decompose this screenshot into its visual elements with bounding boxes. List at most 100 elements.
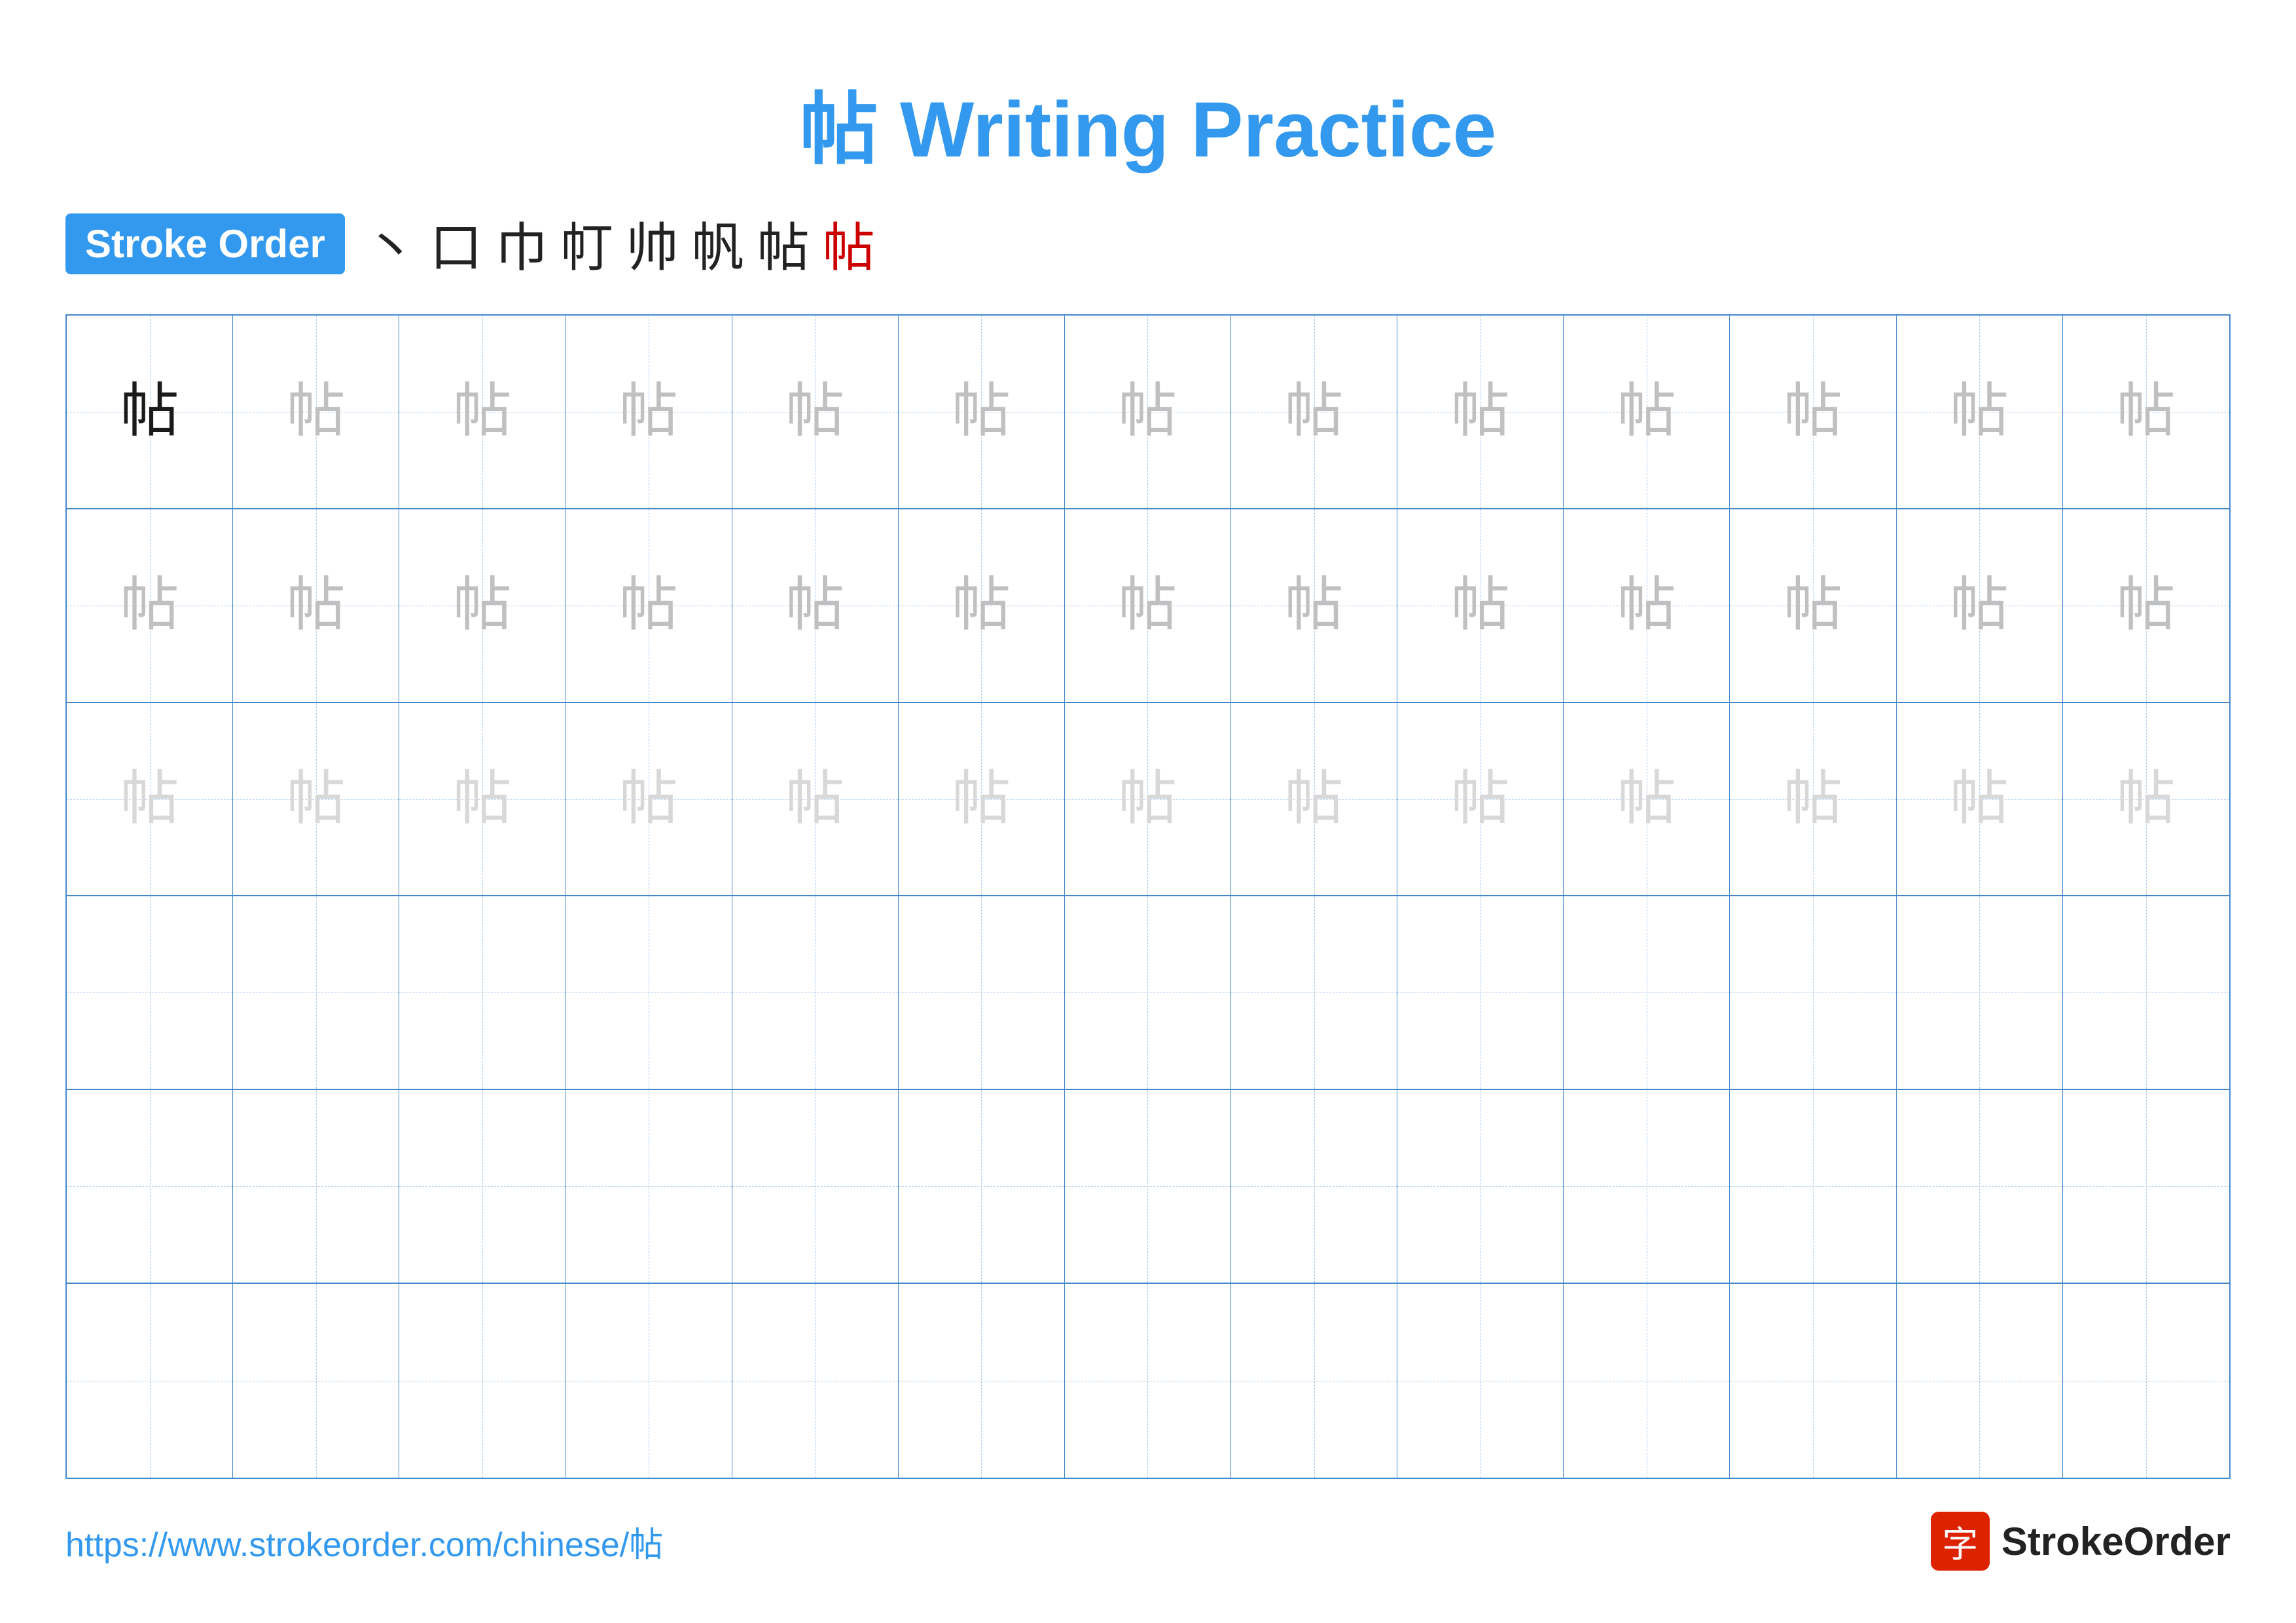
- stroke-step-0: 丶: [365, 206, 417, 282]
- grid-cell-5-7[interactable]: [1231, 1284, 1397, 1478]
- grid-cell-2-12[interactable]: 帖: [2063, 703, 2229, 896]
- grid-cell-4-4[interactable]: [732, 1090, 899, 1283]
- cell-char-1-7: 帖: [1285, 576, 1344, 635]
- grid-cell-4-7[interactable]: [1231, 1090, 1397, 1283]
- grid-row-2: 帖帖帖帖帖帖帖帖帖帖帖帖帖: [67, 703, 2229, 897]
- grid-cell-0-6[interactable]: 帖: [1065, 316, 1231, 508]
- grid-cell-5-1[interactable]: [233, 1284, 399, 1478]
- grid-cell-2-4[interactable]: 帖: [732, 703, 899, 896]
- grid-cell-1-8[interactable]: 帖: [1397, 509, 1564, 702]
- grid-cell-5-2[interactable]: [399, 1284, 565, 1478]
- grid-cell-2-11[interactable]: 帖: [1897, 703, 2063, 896]
- cell-char-0-1: 帖: [287, 382, 346, 441]
- grid-cell-5-5[interactable]: [899, 1284, 1065, 1478]
- stroke-order-row: Stroke Order 丶口巾帄帅帆帖帖: [65, 206, 2231, 282]
- grid-cell-3-4[interactable]: [732, 896, 899, 1089]
- cell-char-2-1: 帖: [287, 770, 346, 829]
- grid-cell-4-5[interactable]: [899, 1090, 1065, 1283]
- grid-cell-1-4[interactable]: 帖: [732, 509, 899, 702]
- grid-cell-2-5[interactable]: 帖: [899, 703, 1065, 896]
- cell-char-0-3: 帖: [619, 382, 678, 441]
- grid-cell-0-1[interactable]: 帖: [233, 316, 399, 508]
- grid-cell-4-1[interactable]: [233, 1090, 399, 1283]
- grid-cell-2-3[interactable]: 帖: [565, 703, 732, 896]
- grid-cell-0-3[interactable]: 帖: [565, 316, 732, 508]
- stroke-step-5: 帆: [692, 206, 744, 282]
- grid-cell-2-9[interactable]: 帖: [1564, 703, 1730, 896]
- grid-cell-0-0[interactable]: 帖: [67, 316, 233, 508]
- grid-cell-3-12[interactable]: [2063, 896, 2229, 1089]
- grid-cell-3-0[interactable]: [67, 896, 233, 1089]
- cell-char-0-2: 帖: [453, 382, 512, 441]
- grid-cell-1-5[interactable]: 帖: [899, 509, 1065, 702]
- cell-char-1-10: 帖: [1784, 576, 1842, 635]
- grid-cell-1-10[interactable]: 帖: [1730, 509, 1896, 702]
- grid-cell-1-7[interactable]: 帖: [1231, 509, 1397, 702]
- grid-cell-3-5[interactable]: [899, 896, 1065, 1089]
- grid-cell-2-6[interactable]: 帖: [1065, 703, 1231, 896]
- grid-cell-0-8[interactable]: 帖: [1397, 316, 1564, 508]
- grid-cell-3-6[interactable]: [1065, 896, 1231, 1089]
- grid-cell-3-2[interactable]: [399, 896, 565, 1089]
- grid-cell-0-10[interactable]: 帖: [1730, 316, 1896, 508]
- grid-cell-4-2[interactable]: [399, 1090, 565, 1283]
- grid-cell-2-1[interactable]: 帖: [233, 703, 399, 896]
- cell-char-0-7: 帖: [1285, 382, 1344, 441]
- grid-cell-5-12[interactable]: [2063, 1284, 2229, 1478]
- footer-url[interactable]: https://www.strokeorder.com/chinese/帖: [65, 1517, 663, 1566]
- grid-cell-0-7[interactable]: 帖: [1231, 316, 1397, 508]
- grid-cell-0-2[interactable]: 帖: [399, 316, 565, 508]
- grid-cell-0-4[interactable]: 帖: [732, 316, 899, 508]
- grid-cell-4-11[interactable]: [1897, 1090, 2063, 1283]
- grid-cell-1-0[interactable]: 帖: [67, 509, 233, 702]
- grid-row-5: [67, 1284, 2229, 1478]
- grid-cell-3-7[interactable]: [1231, 896, 1397, 1089]
- grid-cell-4-6[interactable]: [1065, 1090, 1231, 1283]
- grid-cell-0-9[interactable]: 帖: [1564, 316, 1730, 508]
- cell-char-2-9: 帖: [1617, 770, 1676, 829]
- grid-cell-2-0[interactable]: 帖: [67, 703, 233, 896]
- grid-cell-4-3[interactable]: [565, 1090, 732, 1283]
- grid-cell-3-3[interactable]: [565, 896, 732, 1089]
- grid-cell-5-10[interactable]: [1730, 1284, 1896, 1478]
- cell-char-1-11: 帖: [1950, 576, 2009, 635]
- grid-cell-2-8[interactable]: 帖: [1397, 703, 1564, 896]
- grid-cell-1-11[interactable]: 帖: [1897, 509, 2063, 702]
- grid-cell-1-2[interactable]: 帖: [399, 509, 565, 702]
- grid-cell-1-1[interactable]: 帖: [233, 509, 399, 702]
- grid-cell-2-10[interactable]: 帖: [1730, 703, 1896, 896]
- cell-char-2-5: 帖: [952, 770, 1011, 829]
- grid-cell-5-3[interactable]: [565, 1284, 732, 1478]
- grid-cell-3-10[interactable]: [1730, 896, 1896, 1089]
- grid-cell-0-12[interactable]: 帖: [2063, 316, 2229, 508]
- grid-cell-4-9[interactable]: [1564, 1090, 1730, 1283]
- grid-cell-5-6[interactable]: [1065, 1284, 1231, 1478]
- grid-cell-3-8[interactable]: [1397, 896, 1564, 1089]
- grid-cell-1-9[interactable]: 帖: [1564, 509, 1730, 702]
- grid-cell-5-9[interactable]: [1564, 1284, 1730, 1478]
- grid-cell-2-7[interactable]: 帖: [1231, 703, 1397, 896]
- grid-cell-0-11[interactable]: 帖: [1897, 316, 2063, 508]
- grid-cell-5-4[interactable]: [732, 1284, 899, 1478]
- grid-cell-1-3[interactable]: 帖: [565, 509, 732, 702]
- grid-cell-2-2[interactable]: 帖: [399, 703, 565, 896]
- grid-cell-5-11[interactable]: [1897, 1284, 2063, 1478]
- grid-cell-5-0[interactable]: [67, 1284, 233, 1478]
- cell-char-0-4: 帖: [785, 382, 844, 441]
- grid-cell-0-5[interactable]: 帖: [899, 316, 1065, 508]
- grid-cell-4-8[interactable]: [1397, 1090, 1564, 1283]
- grid-cell-3-11[interactable]: [1897, 896, 2063, 1089]
- grid-cell-5-8[interactable]: [1397, 1284, 1564, 1478]
- grid-cell-4-0[interactable]: [67, 1090, 233, 1283]
- cell-char-1-0: 帖: [120, 576, 179, 635]
- grid-row-3: [67, 896, 2229, 1090]
- cell-char-2-4: 帖: [785, 770, 844, 829]
- grid-cell-4-10[interactable]: [1730, 1090, 1896, 1283]
- grid-cell-1-12[interactable]: 帖: [2063, 509, 2229, 702]
- cell-char-2-11: 帖: [1950, 770, 2009, 829]
- grid-cell-3-1[interactable]: [233, 896, 399, 1089]
- grid-cell-3-9[interactable]: [1564, 896, 1730, 1089]
- grid-cell-1-6[interactable]: 帖: [1065, 509, 1231, 702]
- cell-char-0-0: 帖: [120, 382, 179, 441]
- grid-cell-4-12[interactable]: [2063, 1090, 2229, 1283]
